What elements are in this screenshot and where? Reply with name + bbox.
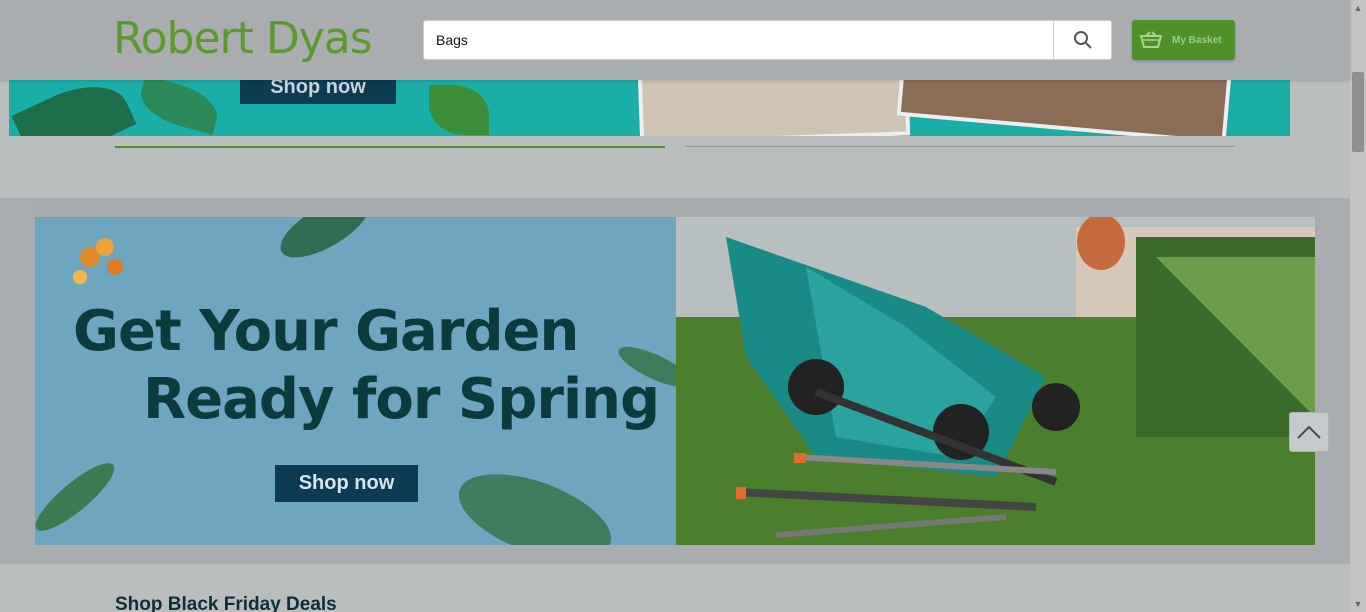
furniture-photo	[637, 80, 911, 136]
hero-top-strip	[35, 198, 1315, 217]
hero-title-line1: Get Your Garden	[73, 299, 579, 364]
room-photo	[896, 80, 1232, 136]
lawnmower-photo	[676, 217, 1315, 545]
leaf-decoration	[11, 80, 137, 136]
section-title: Shop Black Friday Deals	[115, 594, 337, 612]
basket-icon	[1140, 31, 1162, 48]
basket-button[interactable]: My Basket	[1132, 20, 1235, 60]
search-input[interactable]	[424, 21, 1054, 59]
scroll-to-top-button[interactable]	[1289, 412, 1329, 452]
leaf-decoration	[135, 80, 223, 135]
plant-decoration	[429, 85, 489, 135]
hero-title: Get Your Garden Ready for Spring	[73, 298, 660, 434]
shop-now-button-top[interactable]: Shop now	[240, 80, 396, 104]
slider-indicator-active[interactable]	[115, 146, 665, 148]
scrollbar-thumb[interactable]	[1352, 72, 1364, 152]
chevron-up-icon	[1297, 425, 1321, 439]
search-button[interactable]	[1053, 21, 1111, 59]
hero-banner-right[interactable]	[676, 217, 1315, 545]
search-bar	[423, 20, 1112, 60]
scrollbar-up-arrow[interactable]: ▲	[1350, 0, 1366, 16]
site-logo[interactable]: Robert Dyas	[113, 10, 373, 68]
scrollbar-down-arrow[interactable]: ▼	[1350, 596, 1366, 612]
shop-now-button[interactable]: Shop now	[275, 465, 418, 502]
site-header: Robert Dyas My Basket	[0, 0, 1350, 80]
slider-indicator[interactable]	[685, 146, 1235, 147]
basket-label: My Basket	[1172, 34, 1222, 46]
search-icon	[1073, 31, 1092, 49]
promo-banner-top[interactable]: Shop now	[9, 80, 1290, 136]
hero-title-line2: Ready for Spring	[143, 367, 660, 432]
